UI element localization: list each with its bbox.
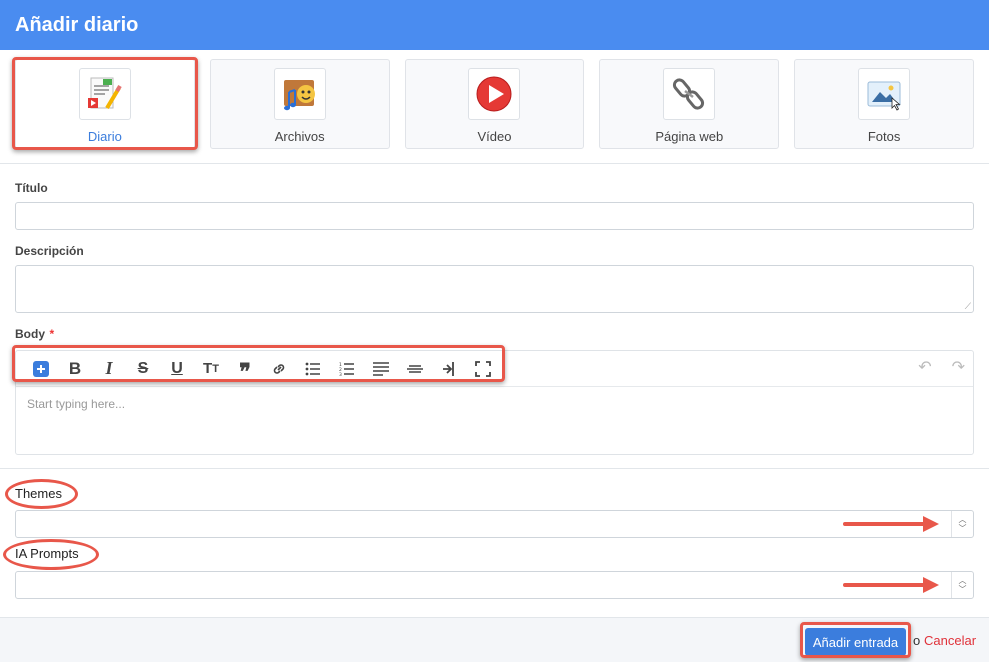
history-controls: ↶ ↷	[918, 357, 965, 377]
chevron-updown-icon[interactable]: ︿ ﹀	[951, 511, 973, 537]
underline-icon[interactable]: U	[160, 356, 194, 382]
entry-form: Título Descripción ⟋ Body * B I S U TT ❞	[0, 181, 989, 455]
cancel-link[interactable]: Cancelar	[924, 633, 976, 648]
play-icon	[468, 68, 521, 120]
tile-label: Diario	[87, 129, 122, 144]
tile-label: Archivos	[274, 129, 325, 144]
add-block-icon[interactable]	[24, 356, 58, 382]
resize-handle-icon[interactable]: ⟋	[965, 302, 971, 311]
horizontal-rule-icon[interactable]	[398, 356, 432, 382]
body-placeholder[interactable]: Start typing here...	[16, 387, 973, 421]
submit-button[interactable]: Añadir entrada	[805, 628, 906, 656]
title-input[interactable]	[15, 202, 974, 230]
quote-icon[interactable]: ❞	[228, 356, 262, 382]
body-editor: B I S U TT ❞ 123 ↶ ↷ Start typing here..…	[15, 350, 974, 455]
link-icon[interactable]	[262, 356, 296, 382]
chevron-updown-icon[interactable]: ︿ ﹀	[951, 572, 973, 598]
body-label: Body	[15, 327, 45, 341]
themes-select[interactable]: ︿ ﹀	[15, 510, 974, 538]
entry-type-tiles: Diario Archivos Vídeo Página web Fotos	[0, 50, 989, 164]
description-label: Descripción	[15, 244, 84, 258]
tile-diario[interactable]: Diario	[15, 59, 195, 149]
or-separator: o	[913, 633, 921, 648]
music-theater-icon	[273, 68, 326, 120]
tile-label: Página web	[655, 129, 724, 144]
page-header: Añadir diario	[0, 0, 989, 50]
italic-icon[interactable]: I	[92, 356, 126, 382]
form-footer: Añadir entrada o Cancelar	[0, 617, 989, 662]
body-label-row: Body *	[15, 325, 974, 343]
numbered-list-icon[interactable]: 123	[330, 356, 364, 382]
svg-text:3: 3	[339, 372, 342, 376]
bold-icon[interactable]: B	[58, 356, 92, 382]
indent-icon[interactable]	[432, 356, 466, 382]
tile-video[interactable]: Vídeo	[404, 59, 585, 149]
description-textarea[interactable]: ⟋	[15, 265, 974, 313]
tile-label: Vídeo	[477, 129, 512, 144]
undo-icon[interactable]: ↶	[918, 357, 931, 377]
photo-icon	[858, 68, 911, 120]
required-mark: *	[49, 327, 55, 341]
page-title: Añadir diario	[15, 13, 139, 36]
ia-prompts-select[interactable]: ︿ ﹀	[15, 571, 974, 599]
redo-icon[interactable]: ↷	[952, 357, 965, 377]
title-label: Título	[15, 181, 48, 195]
text-size-icon[interactable]: TT	[194, 356, 228, 382]
editor-toolbar: B I S U TT ❞ 123	[16, 351, 973, 387]
fullscreen-icon[interactable]	[466, 356, 500, 382]
link-icon	[663, 68, 716, 120]
themes-label: Themes	[15, 486, 62, 501]
tile-fotos[interactable]: Fotos	[794, 59, 974, 149]
tile-pagina-web[interactable]: Página web	[599, 59, 780, 149]
strikethrough-icon[interactable]: S	[126, 356, 160, 382]
tile-archivos[interactable]: Archivos	[209, 59, 390, 149]
ia-prompts-label: IA Prompts	[15, 546, 79, 561]
bullet-list-icon[interactable]	[296, 356, 330, 382]
align-icon[interactable]	[364, 356, 398, 382]
section-divider	[0, 468, 989, 469]
journal-icon	[78, 68, 131, 120]
tile-label: Fotos	[867, 129, 901, 144]
